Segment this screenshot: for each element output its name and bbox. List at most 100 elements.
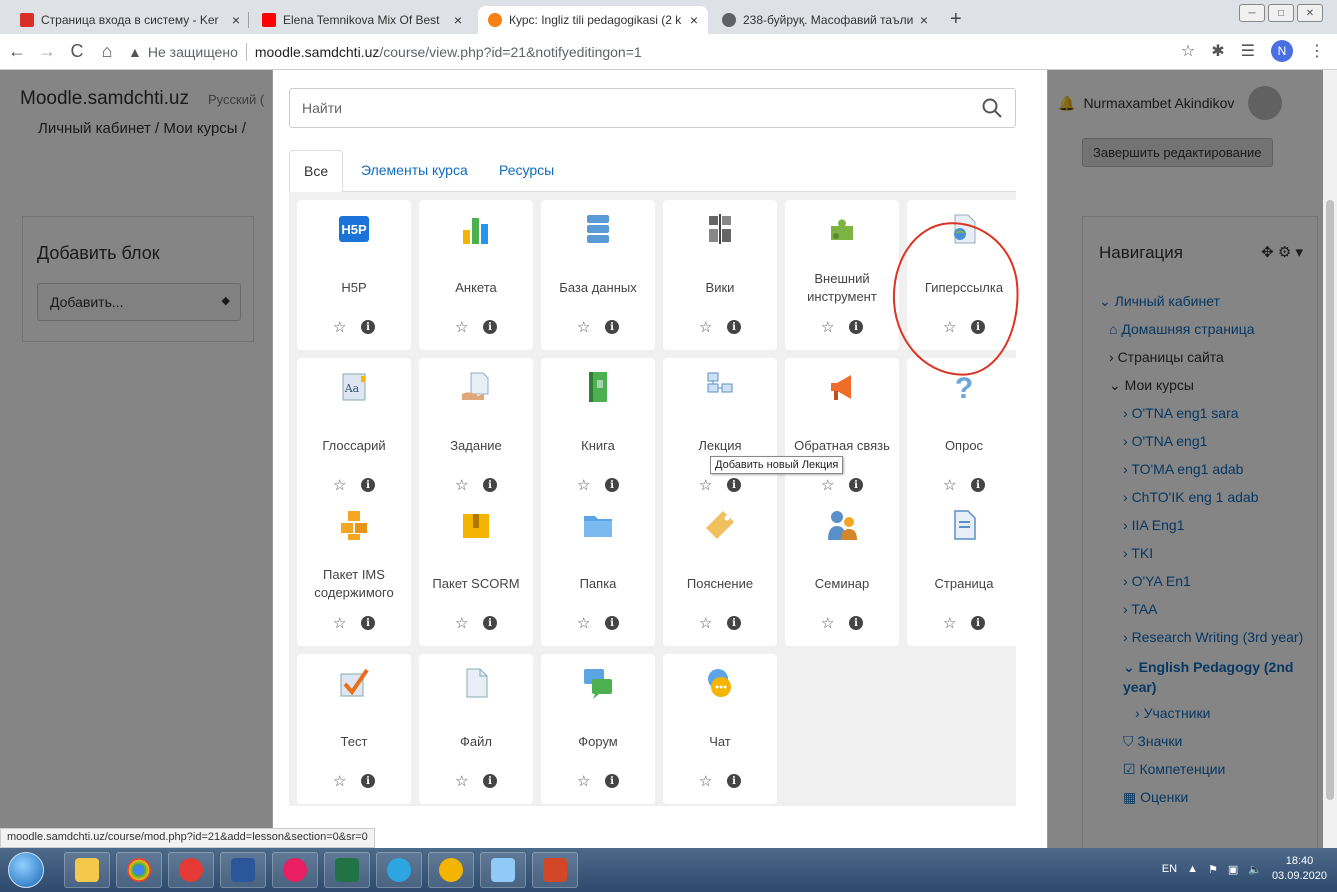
star-icon[interactable]: ☆ — [699, 318, 712, 336]
info-icon[interactable]: i — [605, 774, 619, 788]
module-card-folder[interactable]: Папка ☆ i — [541, 496, 655, 646]
tab-activities[interactable]: Элементы курса — [347, 150, 482, 192]
star-icon[interactable]: ☆ — [943, 614, 956, 632]
maximize-icon[interactable]: □ — [1268, 4, 1294, 22]
star-icon[interactable]: ☆ — [821, 476, 834, 494]
tab-resources[interactable]: Ресурсы — [485, 150, 568, 192]
info-icon[interactable]: i — [727, 478, 741, 492]
search-input[interactable]: Найти — [289, 88, 1016, 128]
module-card-file[interactable]: Файл ☆ i — [419, 654, 533, 804]
module-card-label[interactable]: Пояснение ☆ i — [663, 496, 777, 646]
word-icon[interactable] — [220, 852, 266, 888]
info-icon[interactable]: i — [971, 616, 985, 630]
ccleaner-icon[interactable] — [168, 852, 214, 888]
module-card-glossary[interactable]: Aa Глоссарий ☆ i — [297, 358, 411, 508]
star-icon[interactable]: ☆ — [577, 614, 590, 632]
info-icon[interactable]: i — [849, 478, 863, 492]
info-icon[interactable]: i — [605, 616, 619, 630]
module-card-scorm[interactable]: Пакет SCORM ☆ i — [419, 496, 533, 646]
star-icon[interactable]: ☆ — [577, 772, 590, 790]
star-icon[interactable]: ☆ — [455, 614, 468, 632]
module-card-database[interactable]: База данных ☆ i — [541, 200, 655, 350]
star-icon[interactable]: ☆ — [333, 772, 346, 790]
star-icon[interactable]: ☆ — [699, 476, 712, 494]
explorer-icon[interactable] — [64, 852, 110, 888]
info-icon[interactable]: i — [727, 616, 741, 630]
language-indicator[interactable]: EN — [1162, 863, 1177, 875]
module-card-wiki[interactable]: Вики ☆ i — [663, 200, 777, 350]
excel-icon[interactable] — [324, 852, 370, 888]
network-icon[interactable]: ▣ — [1228, 863, 1238, 876]
module-card-workshop[interactable]: Семинар ☆ i — [785, 496, 899, 646]
search-icon[interactable] — [981, 97, 1003, 119]
info-icon[interactable]: i — [361, 774, 375, 788]
module-card-choice[interactable]: ? Опрос ☆ i — [907, 358, 1021, 508]
module-card-lesson[interactable]: Лекция ☆ i — [663, 358, 777, 508]
info-icon[interactable]: i — [361, 320, 375, 334]
page-scrollbar[interactable] — [1323, 70, 1337, 848]
module-card-forum[interactable]: Форум ☆ i — [541, 654, 655, 804]
new-tab-button[interactable]: + — [950, 8, 962, 31]
module-card-feedback[interactable]: Обратная связь ☆ i — [785, 358, 899, 508]
extensions-icon[interactable]: ✱ — [1211, 41, 1224, 61]
tab-all[interactable]: Все — [289, 150, 344, 192]
forward-arrow-icon[interactable]: → — [34, 41, 60, 62]
info-icon[interactable]: i — [849, 616, 863, 630]
close-icon[interactable]: × — [690, 12, 698, 28]
star-icon[interactable]: ☆ — [577, 318, 590, 336]
home-icon[interactable]: ⌂ — [94, 41, 120, 62]
back-arrow-icon[interactable]: ← — [4, 41, 30, 62]
menu-dots-icon[interactable]: ⋮ — [1309, 41, 1325, 61]
info-icon[interactable]: i — [361, 616, 375, 630]
module-card-assignment[interactable]: Задание ☆ i — [419, 358, 533, 508]
module-card-external-tool[interactable]: Внешний инструмент ☆ i — [785, 200, 899, 350]
star-icon[interactable]: ☆ — [577, 476, 590, 494]
info-icon[interactable]: i — [361, 478, 375, 492]
module-card-h5p[interactable]: H5P H5P ☆ i — [297, 200, 411, 350]
star-icon[interactable]: ☆ — [333, 476, 346, 494]
close-icon[interactable]: × — [232, 12, 240, 28]
module-card-chat[interactable]: Чат ☆ i — [663, 654, 777, 804]
info-icon[interactable]: i — [483, 616, 497, 630]
module-card-feedback-survey[interactable]: Анкета ☆ i — [419, 200, 533, 350]
profile-avatar[interactable]: N — [1271, 40, 1293, 62]
browser-tab-youtube[interactable]: Elena Temnikova Mix Of Best × — [252, 6, 472, 34]
url-field[interactable]: ▲ Не защищено moodle.samdchti.uz/course/… — [128, 42, 642, 61]
info-icon[interactable]: i — [849, 320, 863, 334]
star-icon[interactable]: ☆ — [699, 614, 712, 632]
star-icon[interactable]: ☆ — [333, 318, 346, 336]
star-icon[interactable]: ☆ — [943, 476, 956, 494]
browser-tab-login[interactable]: Страница входа в систему - Ker × — [10, 6, 250, 34]
info-icon[interactable]: i — [483, 320, 497, 334]
close-icon[interactable]: × — [920, 12, 928, 28]
bookmark-star-icon[interactable]: ☆ — [1181, 41, 1195, 61]
close-window-icon[interactable]: ✕ — [1297, 4, 1323, 22]
info-icon[interactable]: i — [483, 774, 497, 788]
module-card-page[interactable]: Страница ☆ i — [907, 496, 1021, 646]
tray-expand-icon[interactable]: ▲ — [1187, 863, 1198, 875]
info-icon[interactable]: i — [727, 774, 741, 788]
star-icon[interactable]: ☆ — [333, 614, 346, 632]
close-icon[interactable]: × — [454, 12, 462, 28]
volume-icon[interactable]: 🔈 — [1248, 863, 1262, 876]
browser-tab-course[interactable]: Курс: Ingliz tili pedagogikasi (2 k × — [478, 6, 708, 34]
clock[interactable]: 18:40 03.09.2020 — [1272, 854, 1327, 884]
module-card-book[interactable]: Книга ☆ i — [541, 358, 655, 508]
info-icon[interactable]: i — [483, 478, 497, 492]
reading-list-icon[interactable]: ☰ — [1241, 41, 1255, 61]
star-icon[interactable]: ☆ — [699, 772, 712, 790]
info-icon[interactable]: i — [971, 478, 985, 492]
start-button[interactable] — [8, 852, 44, 888]
flag-icon[interactable]: ⚑ — [1208, 863, 1218, 876]
reload-icon[interactable]: C — [64, 41, 90, 62]
star-icon[interactable]: ☆ — [455, 772, 468, 790]
chrome-icon[interactable] — [116, 852, 162, 888]
minimize-icon[interactable]: ─ — [1239, 4, 1265, 22]
scrollbar-thumb[interactable] — [1326, 200, 1334, 800]
chat-app-icon[interactable] — [272, 852, 318, 888]
info-icon[interactable]: i — [605, 320, 619, 334]
module-card-quiz[interactable]: Тест ☆ i — [297, 654, 411, 804]
star-icon[interactable]: ☆ — [455, 318, 468, 336]
archicad-icon[interactable] — [428, 852, 474, 888]
star-icon[interactable]: ☆ — [821, 318, 834, 336]
